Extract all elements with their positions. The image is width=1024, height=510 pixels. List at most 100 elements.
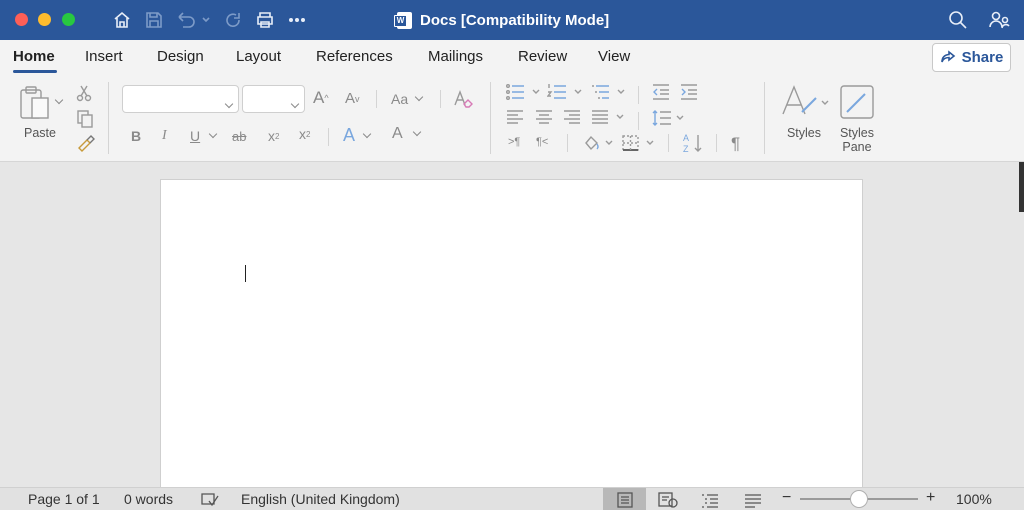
sort-button[interactable]: AZ	[682, 132, 706, 154]
line-spacing-button[interactable]	[651, 108, 689, 128]
svg-text:A: A	[683, 133, 689, 143]
align-center-icon[interactable]	[534, 109, 554, 125]
show-formatting-marks-button[interactable]: ¶	[731, 134, 740, 154]
multilevel-list-button[interactable]	[590, 83, 630, 101]
zoom-window-button[interactable]	[62, 13, 75, 26]
home-ribbon: Paste A ^ Av Aa B I U ab x2 x2 A A >¶ ¶<…	[0, 76, 1024, 162]
subscript-glyph: x	[268, 128, 275, 144]
outline-view-button[interactable]	[697, 488, 723, 510]
change-case-button[interactable]: Aa	[391, 91, 424, 107]
format-painter-icon[interactable]	[75, 134, 95, 154]
tab-design[interactable]: Design	[157, 48, 204, 65]
print-icon[interactable]	[254, 9, 276, 31]
home-icon[interactable]	[111, 9, 133, 31]
web-layout-icon	[658, 491, 678, 508]
paste-label: Paste	[24, 126, 56, 140]
styles-label: Styles	[786, 126, 822, 140]
tab-home[interactable]: Home	[13, 48, 55, 65]
title-bar: Docs [Compatibility Mode]	[0, 0, 1024, 40]
share-icon	[940, 49, 955, 62]
rtl-button[interactable]: ¶<	[536, 136, 548, 148]
scrollbar[interactable]	[1019, 162, 1024, 212]
outline-icon	[702, 493, 718, 508]
paste-button[interactable]	[18, 84, 64, 122]
underline-glyph: U	[190, 128, 201, 144]
grow-font-button[interactable]: A ^	[313, 88, 329, 108]
clear-formatting-icon[interactable]	[452, 88, 474, 110]
font-color-button[interactable]: A	[392, 125, 421, 143]
shrink-font-button[interactable]: Av	[345, 90, 360, 107]
zoom-out-button[interactable]: −	[782, 489, 791, 507]
word-count[interactable]: 0 words	[124, 491, 173, 507]
align-right-icon[interactable]	[562, 109, 582, 125]
underline-button[interactable]: U	[190, 128, 218, 144]
draft-view-button[interactable]	[740, 488, 766, 510]
proofing-icon[interactable]	[198, 488, 222, 510]
superscript-glyph: x	[299, 126, 306, 142]
copy-icon[interactable]	[75, 109, 95, 129]
ribbon-separator	[108, 82, 109, 154]
shrink-font-glyph: A	[345, 90, 356, 107]
language-indicator[interactable]: English (United Kingdom)	[241, 491, 400, 507]
font-size-combo[interactable]	[242, 85, 305, 113]
ribbon-separator	[376, 90, 377, 108]
align-left-icon[interactable]	[505, 109, 525, 125]
undo-icon[interactable]	[175, 9, 211, 31]
tab-review[interactable]: Review	[518, 48, 567, 65]
tab-references[interactable]: References	[316, 48, 393, 65]
tab-insert[interactable]: Insert	[85, 48, 123, 65]
chevron-down-icon	[224, 94, 234, 112]
window-title: Docs [Compatibility Mode]	[394, 10, 609, 30]
save-icon[interactable]	[143, 9, 165, 31]
tab-layout[interactable]: Layout	[236, 48, 281, 65]
close-window-button[interactable]	[15, 13, 28, 26]
zoom-in-button[interactable]: +	[926, 489, 935, 507]
search-icon[interactable]	[947, 9, 969, 31]
cut-icon[interactable]	[75, 84, 93, 102]
bold-button[interactable]: B	[131, 128, 141, 144]
increase-indent-icon[interactable]	[679, 83, 699, 101]
strikethrough-button[interactable]: ab	[232, 129, 246, 144]
styles-gallery-button[interactable]	[780, 84, 832, 120]
redo-icon[interactable]	[222, 9, 244, 31]
minimize-window-button[interactable]	[38, 13, 51, 26]
draft-icon	[745, 493, 761, 508]
share-button[interactable]: Share	[932, 43, 1011, 72]
italic-button[interactable]: I	[162, 128, 167, 144]
styles-pane-button[interactable]	[838, 83, 876, 121]
ribbon-separator	[638, 112, 639, 130]
web-layout-view-button[interactable]	[655, 488, 681, 510]
zoom-slider-thumb[interactable]	[850, 490, 868, 508]
numbering-button[interactable]	[547, 83, 587, 101]
ribbon-separator	[440, 90, 441, 108]
document-page[interactable]	[160, 179, 863, 489]
text-effects-glyph: A	[343, 125, 356, 145]
bullets-button[interactable]	[505, 83, 545, 101]
grow-font-glyph: A	[313, 88, 325, 107]
paste-icon	[20, 86, 49, 119]
text-cursor	[245, 265, 246, 282]
svg-text:Z: Z	[683, 144, 689, 154]
ribbon-separator	[328, 128, 329, 146]
paste-dropdown-icon[interactable]	[54, 95, 64, 105]
chevron-down-icon	[290, 94, 300, 112]
tab-view[interactable]: View	[598, 48, 630, 65]
ltr-button[interactable]: >¶	[508, 136, 520, 148]
subscript-button[interactable]: x2	[268, 128, 279, 144]
tab-mailings[interactable]: Mailings	[428, 48, 483, 65]
page-count[interactable]: Page 1 of 1	[28, 491, 100, 507]
decrease-indent-icon[interactable]	[651, 83, 671, 101]
ribbon-separator	[567, 134, 568, 152]
font-name-combo[interactable]	[122, 85, 239, 113]
borders-button[interactable]	[621, 133, 659, 153]
print-layout-view-button[interactable]	[603, 488, 646, 510]
collaborate-icon[interactable]	[987, 9, 1011, 31]
print-layout-icon	[616, 491, 633, 508]
zoom-level[interactable]: 100%	[956, 491, 992, 507]
shading-button[interactable]	[582, 133, 618, 153]
text-effects-button[interactable]: A	[343, 125, 372, 146]
ribbon-separator	[716, 134, 717, 152]
justify-icon[interactable]	[590, 109, 626, 125]
more-icon[interactable]	[286, 9, 308, 31]
superscript-button[interactable]: x2	[299, 126, 310, 142]
